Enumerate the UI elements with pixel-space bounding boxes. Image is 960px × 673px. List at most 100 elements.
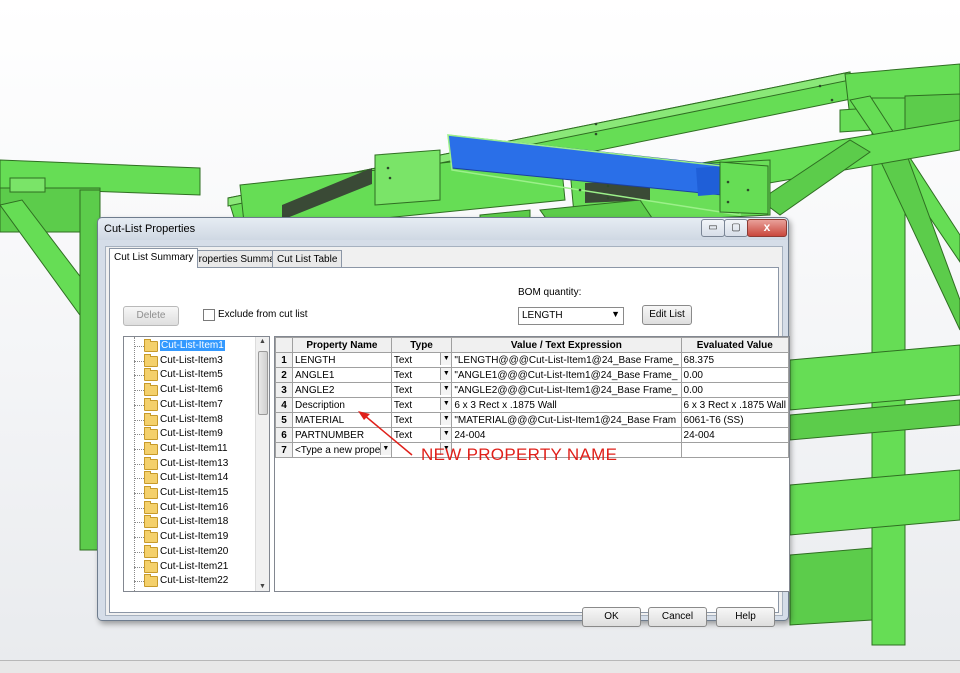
value-cell[interactable]: "ANGLE2@@@Cut-List-Item1@24_Base Frame_ xyxy=(451,382,682,398)
maximize-button[interactable]: ▢ xyxy=(724,219,748,237)
exclude-checkbox[interactable] xyxy=(203,309,215,321)
ok-button[interactable]: OK xyxy=(582,607,641,627)
evaluated-value: 0.00 xyxy=(683,384,703,396)
tree-item-label: Cut-List-Item15 xyxy=(160,487,229,498)
tree-item[interactable]: Cut-List-Item19 xyxy=(124,530,256,544)
evaluated-value: 68.375 xyxy=(683,354,715,366)
tree-item[interactable]: Cut-List-Item3 xyxy=(124,353,256,368)
tree-item[interactable]: Cut-List-Item14 xyxy=(124,471,256,485)
table-row[interactable]: 1 LENGTH Text ▼ "LENGTH@@@Cut-List-Item1@24_… xyxy=(275,352,789,368)
tree-item-label: Cut-List-Item6 xyxy=(160,384,223,396)
col-header-property-name: Property Name xyxy=(291,337,392,353)
tree-scrollbar[interactable]: ▲ ▼ xyxy=(255,337,269,591)
tree-connector xyxy=(134,375,144,377)
dialog-title: Cut-List Properties xyxy=(104,223,196,235)
dialog-body: Cut List Summary Properties Summary Cut … xyxy=(105,246,790,627)
evaluated-cell: 6 x 3 Rect x .1875 Wall xyxy=(680,397,789,413)
value-cell[interactable]: "ANGLE1@@@Cut-List-Item1@24_Base Frame_ xyxy=(451,367,682,383)
chevron-down-icon[interactable]: ▼ xyxy=(440,368,451,380)
cut-list-tree[interactable]: Cut-List-Item1 Cut-List-Item3 Cut-List-Ite… xyxy=(123,336,270,592)
evaluated-cell: 68.375 xyxy=(680,352,789,368)
tree-connector xyxy=(134,419,144,421)
cancel-button[interactable]: Cancel xyxy=(648,607,707,627)
annotation-text: NEW PROPERTY NAME xyxy=(421,445,618,464)
evaluated-cell xyxy=(680,442,789,458)
value-expression: 24-004 xyxy=(454,429,486,441)
folder-icon xyxy=(144,427,158,441)
tree-item[interactable]: Cut-List-Item11 xyxy=(124,441,256,456)
tree-item[interactable]: Cut-List-Item21 xyxy=(124,559,256,574)
property-name-cell[interactable]: ANGLE2 xyxy=(291,382,392,398)
cut-list-summary-page: Delete Exclude from cut list BOM quantit… xyxy=(109,267,790,627)
tree-item[interactable]: Cut-List-Item13 xyxy=(124,456,256,471)
tree-item-label: Cut-List-Item5 xyxy=(160,369,223,381)
tree-item[interactable]: Cut-List-Item9 xyxy=(124,427,256,441)
type-value: Text xyxy=(393,369,413,381)
type-cell[interactable]: Text ▼ xyxy=(390,352,453,368)
tree-item[interactable]: Cut-List-Item20 xyxy=(124,544,256,559)
col-header-evaluated: Evaluated Value xyxy=(680,337,789,353)
scroll-down-icon[interactable]: ▼ xyxy=(259,583,266,590)
tree-connector xyxy=(134,493,144,494)
value-expression: "ANGLE1@@@Cut-List-Item1@24_Base Frame_ xyxy=(454,369,678,381)
folder-icon xyxy=(144,441,158,455)
chevron-down-icon[interactable]: ▼ xyxy=(440,398,451,410)
tree-item[interactable]: Cut-List-Item18 xyxy=(124,515,256,529)
property-name-cell[interactable]: ANGLE1 xyxy=(291,367,392,383)
chevron-down-icon[interactable]: ▼ xyxy=(440,428,451,440)
value-expression: "ANGLE2@@@Cut-List-Item1@24_Base Frame_ xyxy=(454,384,678,396)
evaluated-cell: 0.00 xyxy=(680,382,789,398)
tree-connector xyxy=(134,346,144,347)
tree-item[interactable]: Cut-List-Item5 xyxy=(124,368,256,382)
tree-item[interactable]: Cut-List-Item15 xyxy=(124,486,256,500)
value-cell[interactable]: 24-004 xyxy=(451,427,682,443)
tree-item[interactable]: Cut-List-Item6 xyxy=(124,383,256,397)
table-row[interactable]: 3 ANGLE2 Text ▼ "ANGLE2@@@Cut-List-Item1@24_… xyxy=(275,382,789,398)
type-cell[interactable]: Text ▼ xyxy=(390,382,453,398)
tree-item-label: Cut-List-Item18 xyxy=(160,516,229,528)
property-name: Description xyxy=(294,399,345,411)
close-button[interactable]: x xyxy=(747,219,787,237)
chevron-down-icon[interactable]: ▼ xyxy=(440,353,451,365)
dialog-titlebar[interactable]: Cut-List Properties ▭ ▢ x xyxy=(98,218,788,240)
value-cell[interactable]: "LENGTH@@@Cut-List-Item1@24_Base Frame_ xyxy=(451,352,682,368)
type-cell[interactable]: Text ▼ xyxy=(390,367,453,383)
value-cell[interactable]: 6 x 3 Rect x .1875 Wall xyxy=(451,397,682,413)
status-bar xyxy=(0,660,960,673)
row-number: 6 xyxy=(275,427,293,443)
folder-icon xyxy=(144,339,158,352)
folder-icon xyxy=(144,368,158,382)
edit-list-button[interactable]: Edit List xyxy=(642,305,692,325)
type-value: Text xyxy=(393,354,413,366)
tree-item[interactable]: Cut-List-Item1 xyxy=(124,339,256,353)
table-row[interactable]: 2 ANGLE1 Text ▼ "ANGLE1@@@Cut-List-Item1@24_… xyxy=(275,367,789,383)
minimize-button[interactable]: ▭ xyxy=(701,219,725,237)
scroll-up-icon[interactable]: ▲ xyxy=(259,338,266,345)
tree-item[interactable]: Cut-List-Item8 xyxy=(124,412,256,427)
tree-item[interactable]: Cut-List-Item22 xyxy=(124,574,256,588)
folder-icon xyxy=(144,353,158,367)
tab-cut-list-table[interactable]: Cut List Table xyxy=(272,250,343,268)
cut-list-properties-dialog: Cut-List Properties ▭ ▢ x Cut List Summa… xyxy=(97,217,790,627)
tree-connector xyxy=(134,522,144,524)
col-header-type: Type xyxy=(390,337,453,353)
chevron-down-icon[interactable]: ▼ xyxy=(440,383,451,395)
value-cell[interactable]: "MATERIAL@@@Cut-List-Item1@24_Base Fram xyxy=(451,412,682,428)
row-number: 7 xyxy=(275,442,293,458)
tree-item[interactable]: Cut-List-Item16 xyxy=(124,500,256,515)
bom-quantity-select[interactable]: LENGTH ▼ xyxy=(518,307,624,325)
delete-button[interactable]: Delete xyxy=(123,306,179,326)
annotation-arrow xyxy=(358,411,413,456)
tree-item-label: Cut-List-Item19 xyxy=(160,531,229,543)
bom-quantity-label: BOM quantity: xyxy=(518,287,582,298)
scrollbar-thumb[interactable] xyxy=(258,351,268,415)
help-button[interactable]: Help xyxy=(716,607,775,627)
property-name: ANGLE2 xyxy=(294,384,335,396)
tree-connector xyxy=(134,463,144,465)
tree-connector xyxy=(134,404,144,406)
tab-cut-list-summary[interactable]: Cut List Summary xyxy=(109,248,199,268)
property-name-cell[interactable]: LENGTH xyxy=(291,352,392,368)
tree-item[interactable]: Cut-List-Item7 xyxy=(124,397,256,412)
chevron-down-icon[interactable]: ▼ xyxy=(440,413,451,425)
evaluated-cell: 6061-T6 (SS) xyxy=(680,412,789,428)
